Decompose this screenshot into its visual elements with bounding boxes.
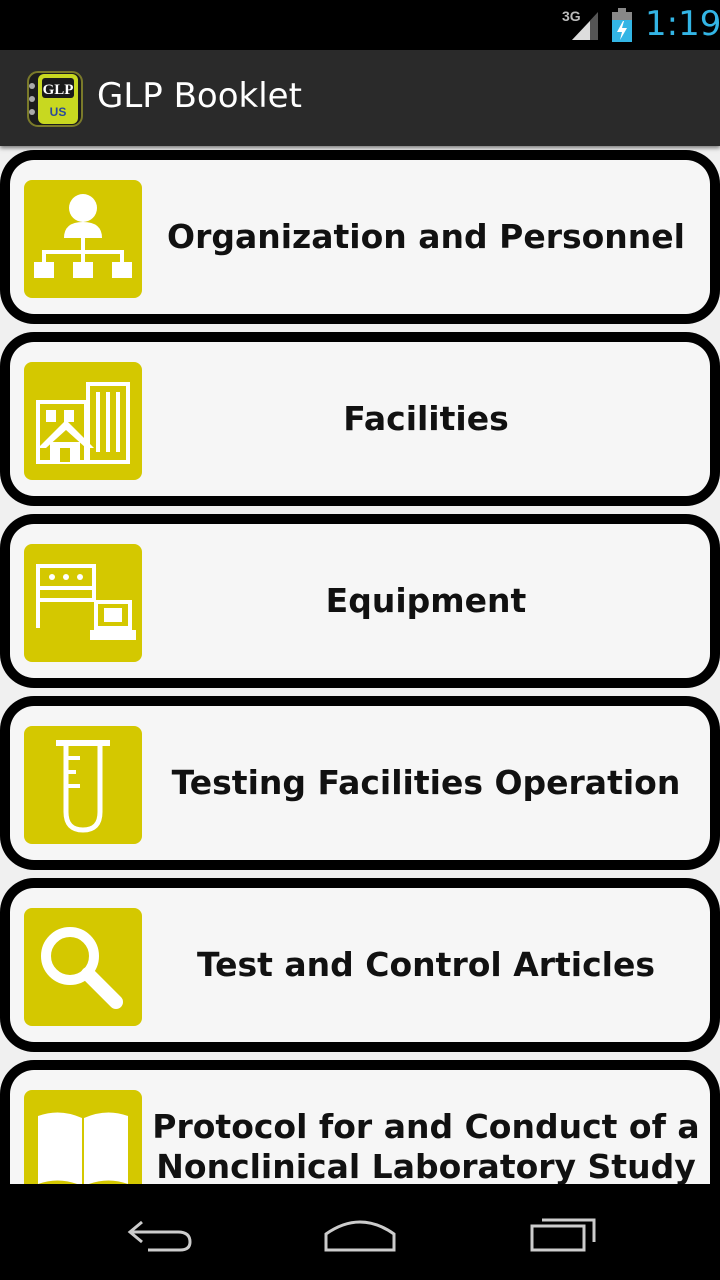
menu-item-label: Facilities	[343, 399, 509, 438]
app-logo-icon: GLP US	[27, 71, 83, 127]
menu-item-label: Protocol for and Conduct of a Nonclinica…	[152, 1107, 700, 1184]
buildings-icon	[24, 362, 142, 480]
status-clock: 1:19	[645, 4, 720, 44]
menu-item-equipment[interactable]: Equipment	[0, 510, 720, 692]
svg-text:GLP: GLP	[43, 82, 74, 98]
lab-equipment-icon	[24, 544, 142, 662]
menu-card: Equipment	[0, 514, 720, 688]
home-icon	[324, 1220, 396, 1252]
menu-card: Facilities	[0, 332, 720, 506]
menu-item-label: Equipment	[325, 581, 527, 620]
test-tube-icon	[24, 726, 142, 844]
menu-item-organization[interactable]: Organization and Personnel	[0, 146, 720, 328]
recent-apps-button[interactable]	[520, 1204, 600, 1260]
menu-card: Test and Control Articles	[0, 878, 720, 1052]
back-button[interactable]	[120, 1204, 200, 1260]
open-book-icon	[24, 1090, 142, 1184]
menu-item-testing-facilities-operation[interactable]: Testing Facilities Operation	[0, 692, 720, 874]
app-title: GLP Booklet	[97, 76, 302, 116]
recent-apps-icon	[530, 1218, 596, 1252]
home-button[interactable]	[320, 1204, 400, 1260]
signal-icon	[572, 12, 598, 40]
battery-charging-icon	[612, 8, 632, 42]
menu-item-label: Testing Facilities Operation	[171, 763, 681, 802]
back-icon	[127, 1220, 192, 1252]
menu-item-label: Test and Control Articles	[197, 945, 655, 984]
menu-list[interactable]: Organization and Personnel Facilities Eq…	[0, 146, 720, 1184]
status-bar: 3G 1:19	[0, 0, 720, 50]
action-bar: GLP US GLP Booklet	[0, 50, 720, 146]
organization-chart-icon	[24, 180, 142, 298]
navigation-bar	[0, 1184, 720, 1280]
menu-card: Organization and Personnel	[0, 150, 720, 324]
menu-item-protocol[interactable]: Protocol for and Conduct of a Nonclinica…	[0, 1056, 720, 1184]
menu-card: Testing Facilities Operation	[0, 696, 720, 870]
menu-item-test-control-articles[interactable]: Test and Control Articles	[0, 874, 720, 1056]
magnifier-icon	[24, 908, 142, 1026]
menu-item-facilities[interactable]: Facilities	[0, 328, 720, 510]
menu-item-label: Organization and Personnel	[167, 217, 685, 256]
menu-card: Protocol for and Conduct of a Nonclinica…	[0, 1060, 720, 1184]
svg-text:US: US	[50, 105, 67, 119]
